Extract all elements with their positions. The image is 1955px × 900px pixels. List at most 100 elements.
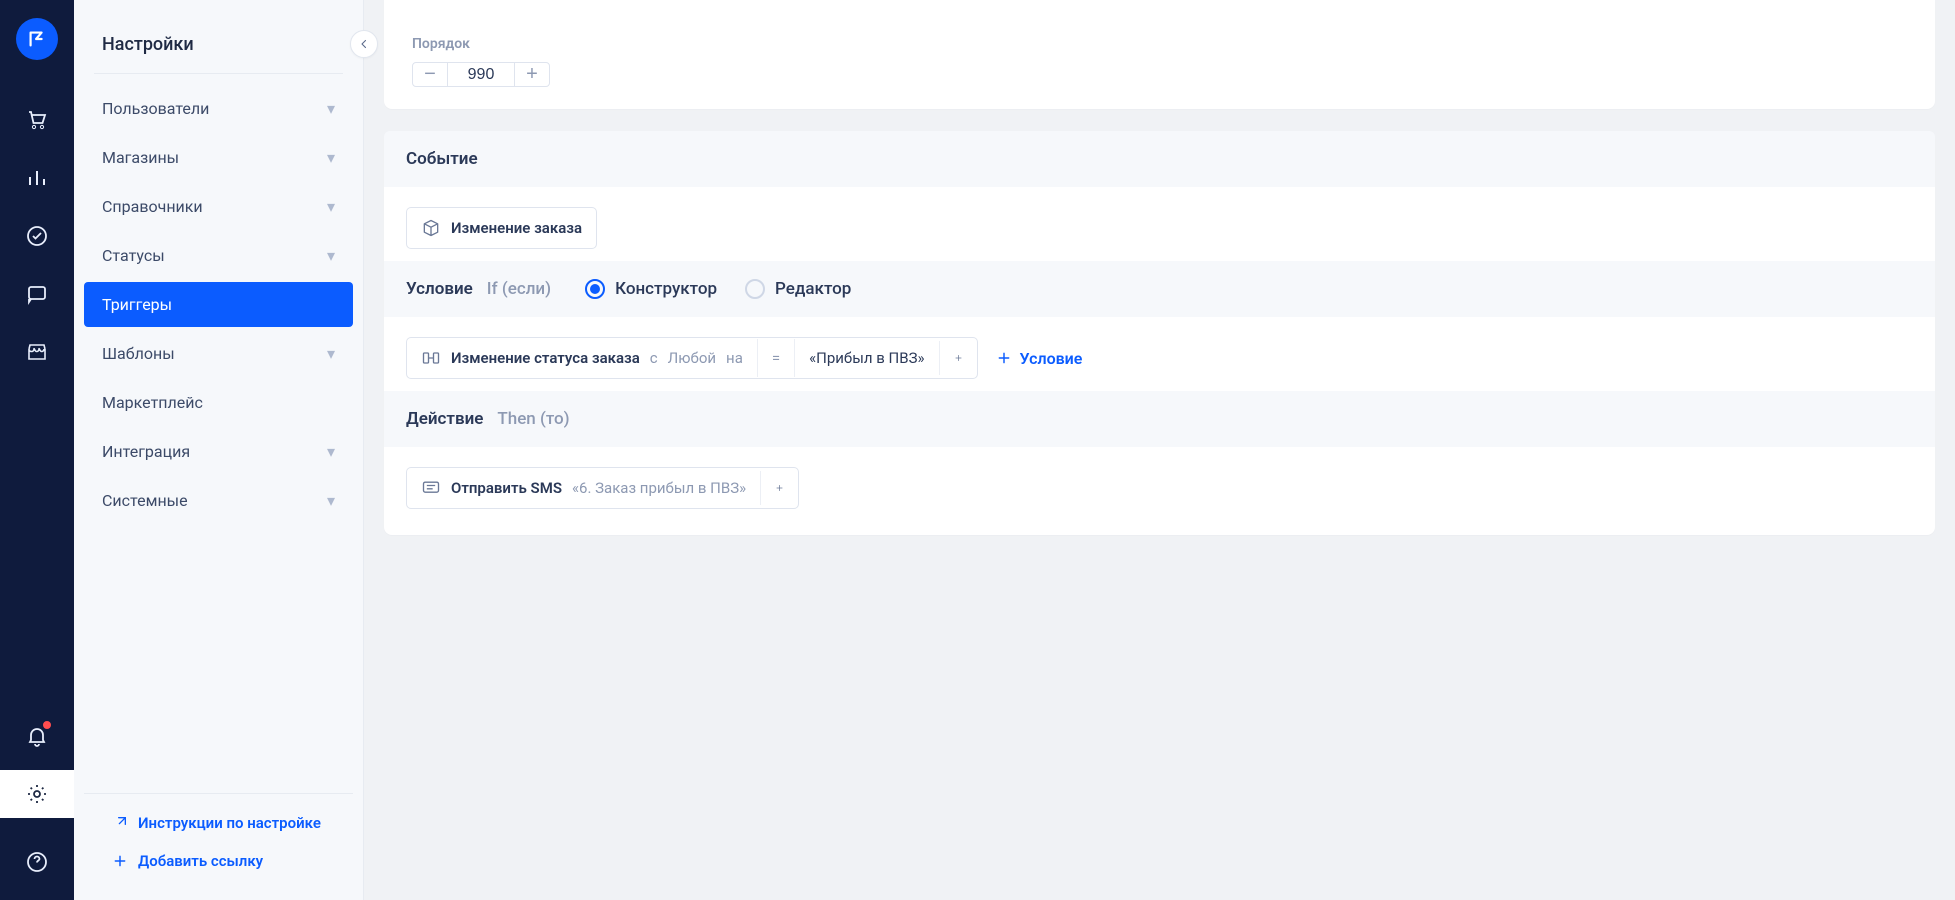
nav-label: Статусы <box>102 246 165 265</box>
condition-hint: If (если) <box>487 279 551 299</box>
add-condition-label: Условие <box>1020 349 1083 368</box>
rail-cart[interactable] <box>0 96 74 144</box>
rail-notifications[interactable] <box>0 712 74 760</box>
nav-label: Системные <box>102 491 188 510</box>
rail-analytics[interactable] <box>0 154 74 202</box>
settings-sidebar: Настройки Пользователи▾ Магазины▾ Справо… <box>74 0 364 900</box>
instructions-label: Инструкции по настройке <box>138 814 321 832</box>
nav-templates[interactable]: Шаблоны ▾ <box>84 331 353 376</box>
chevron-down-icon: ▾ <box>327 442 335 461</box>
condition-to-word: на <box>726 349 743 367</box>
nav-label: Пользователи <box>102 99 209 118</box>
nav-integration[interactable]: Интеграция ▾ <box>84 429 353 474</box>
add-link-label: Добавить ссылку <box>138 852 263 870</box>
condition-mode-radio-group: Конструктор Редактор <box>585 279 851 299</box>
event-heading-row: Событие <box>384 131 1935 187</box>
event-heading: Событие <box>406 149 478 169</box>
gear-icon <box>25 782 49 806</box>
cart-icon <box>25 108 49 132</box>
radio-label: Конструктор <box>615 279 717 299</box>
bell-icon <box>25 724 49 748</box>
nav-marketplace[interactable]: Маркетплейс▾ <box>84 380 353 425</box>
chevron-down-icon: ▾ <box>327 246 335 265</box>
nav-statuses[interactable]: Статусы ▾ <box>84 233 353 278</box>
logo-icon <box>26 28 48 50</box>
nav-label: Шаблоны <box>102 344 175 363</box>
sidebar-nav: Пользователи▾ Магазины▾ Справочники▾ Ста… <box>74 74 363 793</box>
radio-constructor[interactable]: Конструктор <box>585 279 717 299</box>
analytics-icon <box>25 166 49 190</box>
nav-label: Триггеры <box>102 295 172 314</box>
check-circle-icon <box>25 224 49 248</box>
rail-tasks[interactable] <box>0 212 74 260</box>
plus-icon <box>775 481 784 495</box>
condition-chip[interactable]: Изменение статуса заказа с Любой на = «П… <box>406 337 978 379</box>
radio-dot <box>585 279 605 299</box>
condition-heading: Условие <box>406 279 473 299</box>
chevron-down-icon: ▾ <box>327 344 335 363</box>
nav-users[interactable]: Пользователи ▾ <box>84 86 353 131</box>
rail-help[interactable] <box>0 838 74 886</box>
box-icon <box>421 218 441 238</box>
chevron-down-icon: ▾ <box>327 99 335 118</box>
action-chip-value: «6. Заказ прибыл в ПВЗ» <box>572 479 746 497</box>
nav-triggers[interactable]: Триггеры▾ <box>84 282 353 327</box>
condition-to: «Прибыл в ПВЗ» <box>809 349 924 367</box>
nav-system[interactable]: Системные ▾ <box>84 478 353 523</box>
nav-label: Магазины <box>102 148 179 167</box>
event-body: Изменение заказа <box>384 187 1935 253</box>
status-change-icon <box>421 348 441 368</box>
store-icon <box>25 340 49 364</box>
plus-icon <box>112 853 128 869</box>
condition-chip-main: Изменение статуса заказа <box>451 349 640 367</box>
nav-label: Маркетплейс <box>102 393 203 412</box>
app-logo[interactable] <box>16 18 58 60</box>
nav-directories[interactable]: Справочники▾ <box>84 184 353 229</box>
action-body: Отправить SMS «6. Заказ прибыл в ПВЗ» <box>384 447 1935 513</box>
add-condition-button[interactable]: Условие <box>996 349 1083 368</box>
action-heading-row: Действие Then (то) <box>384 391 1935 447</box>
icon-rail <box>0 0 74 900</box>
stepper-increment[interactable]: + <box>514 62 550 87</box>
instructions-link[interactable]: Инструкции по настройке <box>108 804 329 842</box>
condition-body: Изменение статуса заказа с Любой на = «П… <box>384 317 1935 383</box>
action-chip[interactable]: Отправить SMS «6. Заказ прибыл в ПВЗ» <box>406 467 799 509</box>
nav-label: Справочники <box>102 197 203 216</box>
event-chip[interactable]: Изменение заказа <box>406 207 597 249</box>
condition-chip-plus[interactable] <box>939 341 977 375</box>
chevron-left-icon <box>358 38 370 50</box>
sms-icon <box>421 478 441 498</box>
action-chip-main: Отправить SMS <box>451 479 562 497</box>
stepper-decrement[interactable]: − <box>412 62 448 87</box>
event-chip-label: Изменение заказа <box>451 219 582 237</box>
action-chip-plus[interactable] <box>760 471 798 505</box>
add-link-button[interactable]: Добавить ссылку <box>108 842 329 880</box>
sidebar-footer: Инструкции по настройке Добавить ссылку <box>84 793 353 900</box>
main-content: Порядок − + Событие Изменение заказа <box>364 0 1955 900</box>
nav-stores[interactable]: Магазины▾ <box>84 135 353 180</box>
condition-from: Любой <box>668 349 716 367</box>
rail-settings[interactable] <box>0 770 74 818</box>
action-heading: Действие <box>406 409 483 429</box>
nav-label: Интеграция <box>102 442 190 461</box>
order-input[interactable] <box>448 62 514 87</box>
external-link-icon <box>112 815 128 831</box>
condition-from-word: с <box>650 349 658 367</box>
order-stepper: − + <box>412 62 1907 87</box>
condition-eq: = <box>772 349 780 367</box>
help-icon <box>25 850 49 874</box>
collapse-sidebar-button[interactable] <box>350 30 378 58</box>
radio-editor[interactable]: Редактор <box>745 279 851 299</box>
order-label: Порядок <box>412 36 1907 52</box>
app-root: Настройки Пользователи▾ Магазины▾ Справо… <box>0 0 1955 900</box>
order-card: Порядок − + <box>384 0 1935 109</box>
sidebar-title: Настройки <box>94 0 343 74</box>
chat-icon <box>25 282 49 306</box>
radio-dot <box>745 279 765 299</box>
chevron-down-icon: ▾ <box>327 491 335 510</box>
rail-chat[interactable] <box>0 270 74 318</box>
action-hint: Then (то) <box>497 409 569 429</box>
rail-store[interactable] <box>0 328 74 376</box>
plus-icon <box>954 351 963 365</box>
radio-label: Редактор <box>775 279 851 299</box>
